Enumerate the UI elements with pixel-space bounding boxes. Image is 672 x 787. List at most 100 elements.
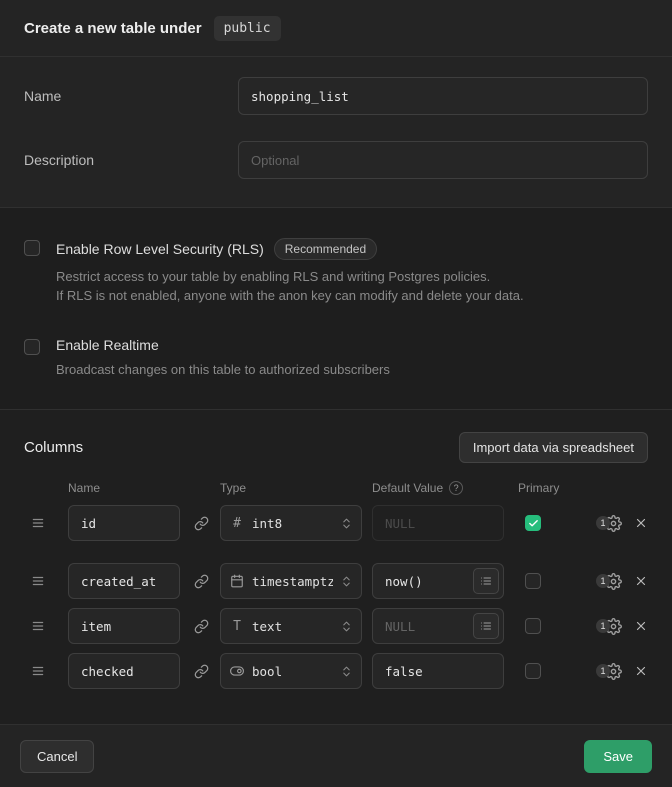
column-settings-button[interactable]: 1 [596,573,622,590]
chevrons-up-down-icon [340,517,353,530]
column-name-input[interactable] [68,505,180,541]
column-type-label: bool [252,664,333,679]
default-value-cell [372,608,504,644]
column-type-label: int8 [252,516,333,531]
create-table-panel: Create a new table under public Name Des… [0,0,672,787]
primary-cell [504,515,562,531]
rls-toggle-content: Enable Row Level Security (RLS) Recommen… [56,238,524,305]
foreign-key-link-icon[interactable] [188,658,214,684]
remove-column-icon[interactable] [634,574,648,588]
settings-count-badge: 1 [596,664,610,678]
realtime-toggle-row: Enable Realtime Broadcast changes on thi… [24,337,648,379]
rls-toggle-row: Enable Row Level Security (RLS) Recommen… [24,238,648,305]
columns-section: Columns Import data via spreadsheet Name… [0,410,672,724]
table-description-input[interactable] [238,141,648,179]
column-type-select[interactable]: # int8 [220,505,362,541]
name-form-row: Name [0,77,672,115]
columns-section-title: Columns [24,439,83,456]
primary-cell [504,618,562,634]
column-type-select[interactable]: T text [220,608,362,644]
chevrons-up-down-icon [340,665,353,678]
default-suggestions-icon[interactable] [473,568,499,594]
table-name-input[interactable] [238,77,648,115]
row-actions: 1 [596,515,648,532]
row-actions: 1 [596,573,648,590]
default-value-cell [372,505,504,541]
column-row-item: T text 1 [0,608,672,644]
foreign-key-link-icon[interactable] [188,568,214,594]
foreign-key-link-icon[interactable] [188,613,214,639]
header-default-value: Default Value ? [372,481,504,495]
foreign-key-link-icon[interactable] [188,510,214,536]
boolean-toggle-icon [229,664,245,678]
remove-column-icon[interactable] [634,664,648,678]
rls-description: Restrict access to your table by enablin… [56,267,524,305]
header-name: Name [68,481,220,495]
drag-handle-icon[interactable] [24,619,52,633]
primary-cell [504,573,562,589]
primary-checkbox[interactable] [525,573,541,589]
calendar-icon [229,574,245,588]
column-type-select[interactable]: bool [220,653,362,689]
column-name-input[interactable] [68,653,180,689]
basic-info-section: Name Description [0,57,672,208]
realtime-checkbox[interactable] [24,339,40,355]
default-suggestions-icon[interactable] [473,613,499,639]
panel-title: Create a new table under [24,20,202,37]
default-value-cell [372,563,504,599]
header-primary: Primary [504,481,559,495]
rls-checkbox[interactable] [24,240,40,256]
drag-handle-icon[interactable] [24,516,52,530]
realtime-description: Broadcast changes on this table to autho… [56,360,390,379]
remove-column-icon[interactable] [634,516,648,530]
columns-header-row: Name Type Default Value ? Primary [0,481,672,495]
primary-checkbox[interactable] [525,515,541,531]
import-spreadsheet-button[interactable]: Import data via spreadsheet [459,432,648,463]
description-label: Description [24,152,238,168]
save-button[interactable]: Save [584,740,652,773]
description-form-row: Description [0,141,672,179]
toggles-section: Enable Row Level Security (RLS) Recommen… [0,208,672,410]
drag-handle-icon[interactable] [24,664,52,678]
column-type-select[interactable]: timestamptz [220,563,362,599]
panel-footer: Cancel Save [0,724,672,787]
column-name-input[interactable] [68,608,180,644]
primary-cell [504,663,562,679]
primary-checkbox[interactable] [525,663,541,679]
rls-description-line2: If RLS is not enabled, anyone with the a… [56,286,524,305]
column-settings-button[interactable]: 1 [596,618,622,635]
help-icon[interactable]: ? [449,481,463,495]
default-value-cell [372,653,504,689]
rls-description-line1: Restrict access to your table by enablin… [56,267,524,286]
row-actions: 1 [596,618,648,635]
column-settings-button[interactable]: 1 [596,663,622,680]
column-type-label: text [252,619,333,634]
chevrons-up-down-icon [340,620,353,633]
cancel-button[interactable]: Cancel [20,740,94,773]
panel-header: Create a new table under public [0,0,672,57]
rls-label: Enable Row Level Security (RLS) [56,241,264,257]
hash-icon: # [229,516,245,531]
column-default-input[interactable] [372,653,504,689]
settings-count-badge: 1 [596,574,610,588]
column-type-label: timestamptz [252,574,333,589]
realtime-toggle-content: Enable Realtime Broadcast changes on thi… [56,337,390,379]
primary-checkbox[interactable] [525,618,541,634]
column-name-input[interactable] [68,563,180,599]
header-default-label: Default Value [372,481,443,495]
remove-column-icon[interactable] [634,619,648,633]
schema-badge: public [214,16,281,41]
name-label: Name [24,88,238,104]
settings-count-badge: 1 [596,516,610,530]
text-type-icon: T [229,619,245,634]
realtime-label: Enable Realtime [56,337,159,353]
recommended-badge: Recommended [274,238,377,260]
drag-handle-icon[interactable] [24,574,52,588]
header-type: Type [220,481,372,495]
column-row-checked: bool 1 [0,653,672,689]
settings-count-badge: 1 [596,619,610,633]
column-default-input [372,505,504,541]
row-actions: 1 [596,663,648,680]
chevrons-up-down-icon [340,575,353,588]
column-settings-button[interactable]: 1 [596,515,622,532]
